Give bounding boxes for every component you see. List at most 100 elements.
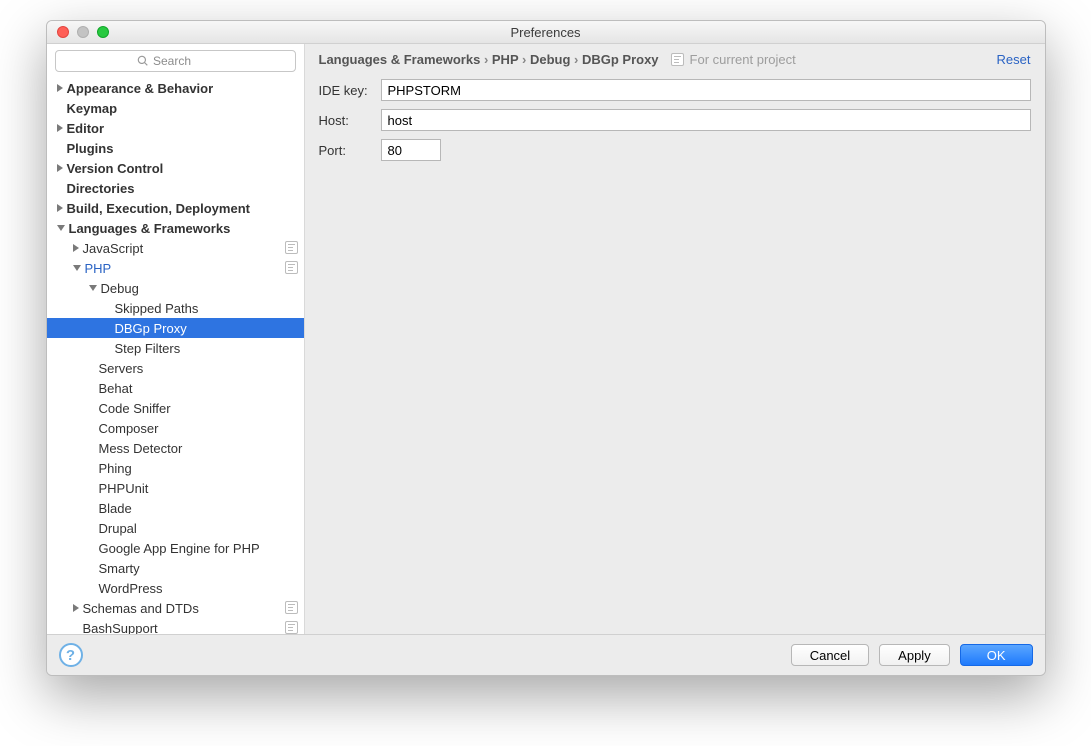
project-scope-icon: [285, 601, 298, 614]
tree-item-label: Smarty: [99, 561, 140, 576]
settings-tree[interactable]: Appearance & Behavior Keymap Editor Plugins…: [47, 76, 304, 634]
preferences-window: Preferences Appearance & Behavior Keymap E…: [46, 20, 1046, 676]
tree-item-label: WordPress: [99, 581, 163, 596]
chevron-right-icon: [57, 164, 63, 172]
chevron-down-icon: [89, 285, 97, 291]
tree-item-label: DBGp Proxy: [115, 321, 187, 336]
zoom-icon[interactable]: [97, 26, 109, 38]
host-label: Host:: [319, 113, 381, 128]
search-input[interactable]: [153, 54, 213, 68]
tree-item[interactable]: Smarty: [47, 558, 304, 578]
tree-item-label: Keymap: [67, 101, 118, 116]
cancel-button[interactable]: Cancel: [791, 644, 869, 666]
content: Appearance & Behavior Keymap Editor Plugins…: [47, 44, 1045, 634]
tree-item-label: Plugins: [67, 141, 114, 156]
tree-item-label: Appearance & Behavior: [67, 81, 214, 96]
breadcrumb: Languages & Frameworks › PHP › Debug › D…: [305, 44, 1045, 73]
tree-item[interactable]: Schemas and DTDs: [47, 598, 304, 618]
project-scope-icon: [285, 241, 298, 254]
tree-item-label: BashSupport: [83, 621, 158, 635]
main-panel: Languages & Frameworks › PHP › Debug › D…: [305, 44, 1045, 634]
search-field[interactable]: [55, 50, 296, 72]
tree-item[interactable]: Behat: [47, 378, 304, 398]
project-scope-icon: [285, 261, 298, 274]
tree-item-label: Step Filters: [115, 341, 181, 356]
ide-key-input[interactable]: [381, 79, 1031, 101]
chevron-right-icon: ›: [570, 52, 582, 67]
tree-item[interactable]: Code Sniffer: [47, 398, 304, 418]
ok-button[interactable]: OK: [960, 644, 1033, 666]
tree-item[interactable]: Composer: [47, 418, 304, 438]
chevron-right-icon: [73, 244, 79, 252]
chevron-down-icon: [73, 265, 81, 271]
tree-item[interactable]: Build, Execution, Deployment: [47, 198, 304, 218]
tree-item[interactable]: Mess Detector: [47, 438, 304, 458]
chevron-right-icon: [57, 204, 63, 212]
help-icon[interactable]: ?: [59, 643, 83, 667]
tree-item[interactable]: Servers: [47, 358, 304, 378]
tree-item-label: Schemas and DTDs: [83, 601, 199, 616]
tree-item-label: Servers: [99, 361, 144, 376]
breadcrumb-segment[interactable]: Debug: [530, 52, 570, 67]
window-title: Preferences: [47, 25, 1045, 40]
tree-item[interactable]: Step Filters: [47, 338, 304, 358]
tree-item[interactable]: DBGp Proxy: [47, 318, 304, 338]
settings-form: IDE key: Host: Port:: [305, 73, 1045, 175]
tree-item[interactable]: BashSupport: [47, 618, 304, 634]
titlebar: Preferences: [47, 21, 1045, 44]
tree-item[interactable]: Languages & Frameworks: [47, 218, 304, 238]
tree-item[interactable]: Drupal: [47, 518, 304, 538]
chevron-right-icon: ›: [480, 52, 492, 67]
tree-item[interactable]: Version Control: [47, 158, 304, 178]
minimize-icon[interactable]: [77, 26, 89, 38]
tree-item-label: Version Control: [67, 161, 164, 176]
tree-item-label: Languages & Frameworks: [69, 221, 231, 236]
tree-item[interactable]: Plugins: [47, 138, 304, 158]
tree-item[interactable]: PHPUnit: [47, 478, 304, 498]
tree-item-label: Build, Execution, Deployment: [67, 201, 250, 216]
tree-item[interactable]: Editor: [47, 118, 304, 138]
chevron-down-icon: [57, 225, 65, 231]
tree-item-label: Composer: [99, 421, 159, 436]
breadcrumb-segment[interactable]: Languages & Frameworks: [319, 52, 481, 67]
breadcrumb-segment: DBGp Proxy: [582, 52, 659, 67]
sidebar: Appearance & Behavior Keymap Editor Plugins…: [47, 44, 305, 634]
breadcrumb-segment[interactable]: PHP: [492, 52, 519, 67]
tree-item-label: Directories: [67, 181, 135, 196]
chevron-right-icon: [57, 84, 63, 92]
ide-key-label: IDE key:: [319, 83, 381, 98]
tree-item-label: Skipped Paths: [115, 301, 199, 316]
tree-item[interactable]: Phing: [47, 458, 304, 478]
scope-note: For current project: [671, 52, 796, 67]
tree-item[interactable]: Appearance & Behavior: [47, 78, 304, 98]
tree-item[interactable]: JavaScript: [47, 238, 304, 258]
tree-item-label: Phing: [99, 461, 132, 476]
apply-button[interactable]: Apply: [879, 644, 950, 666]
tree-item-label: PHPUnit: [99, 481, 149, 496]
tree-item[interactable]: Debug: [47, 278, 304, 298]
close-icon[interactable]: [57, 26, 69, 38]
dialog-footer: ? Cancel Apply OK: [47, 634, 1045, 675]
tree-item-label: Drupal: [99, 521, 137, 536]
tree-item-label: PHP: [85, 261, 112, 276]
tree-item[interactable]: Google App Engine for PHP: [47, 538, 304, 558]
chevron-right-icon: ›: [518, 52, 530, 67]
tree-item-label: Code Sniffer: [99, 401, 171, 416]
tree-item[interactable]: Keymap: [47, 98, 304, 118]
tree-item-label: JavaScript: [83, 241, 144, 256]
reset-link[interactable]: Reset: [997, 52, 1031, 67]
tree-item[interactable]: Directories: [47, 178, 304, 198]
tree-item-label: Editor: [67, 121, 105, 136]
tree-item[interactable]: WordPress: [47, 578, 304, 598]
tree-item-label: Debug: [101, 281, 139, 296]
project-scope-icon: [671, 53, 684, 66]
tree-item-label: Mess Detector: [99, 441, 183, 456]
project-scope-icon: [285, 621, 298, 634]
port-input[interactable]: [381, 139, 441, 161]
tree-item-label: Blade: [99, 501, 132, 516]
tree-item[interactable]: PHP: [47, 258, 304, 278]
chevron-right-icon: [73, 604, 79, 612]
host-input[interactable]: [381, 109, 1031, 131]
tree-item[interactable]: Blade: [47, 498, 304, 518]
tree-item[interactable]: Skipped Paths: [47, 298, 304, 318]
